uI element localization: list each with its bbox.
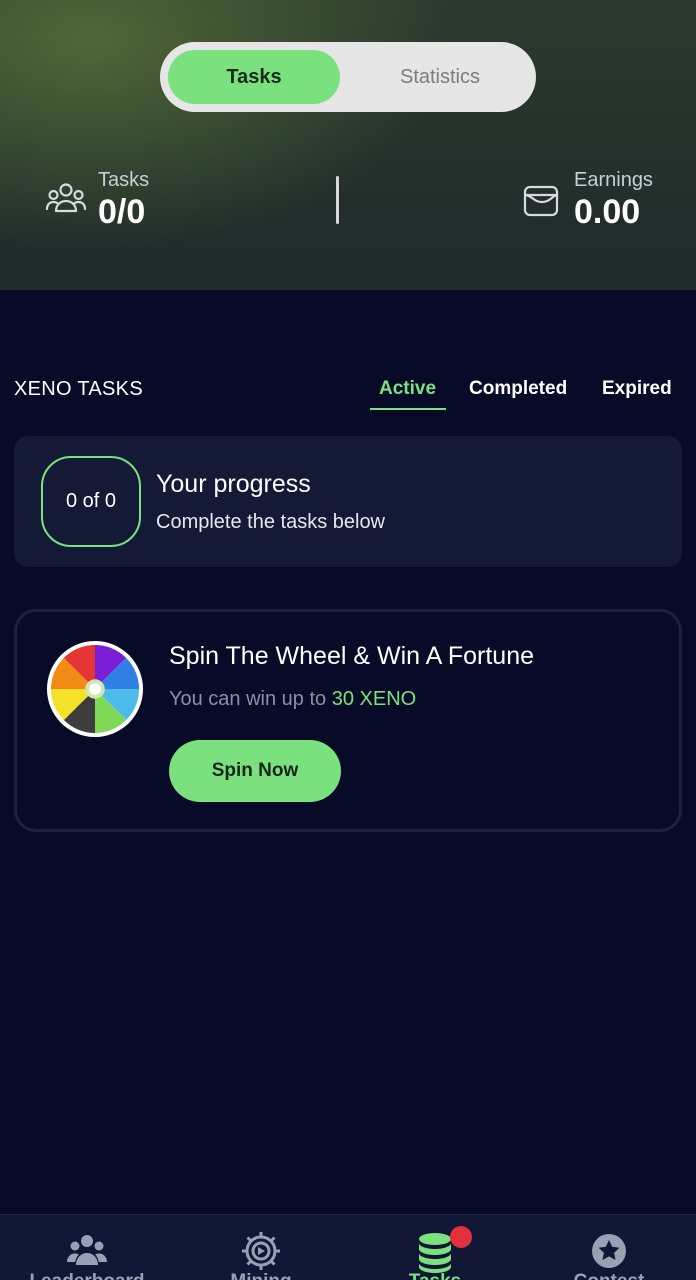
- nav-label-contest: Contest: [522, 1271, 696, 1280]
- spin-now-button[interactable]: Spin Now: [169, 740, 341, 802]
- tasks-stat: Tasks 0/0: [44, 168, 149, 232]
- filter-completed[interactable]: Completed: [469, 378, 567, 400]
- tasks-stat-label: Tasks: [98, 169, 150, 191]
- progress-title: Your progress: [156, 470, 311, 498]
- nav-item-mining[interactable]: Mining: [174, 1215, 348, 1280]
- filter-expired[interactable]: Expired: [602, 378, 672, 400]
- nav-item-leaderboard[interactable]: Leaderboard: [0, 1215, 174, 1280]
- star-badge-icon: [592, 1234, 626, 1268]
- bottom-nav: Leaderboard Mining Tasks Contest: [0, 1214, 696, 1280]
- filter-active[interactable]: Active: [379, 378, 436, 400]
- gear-play-icon: [242, 1232, 280, 1270]
- prize-wheel-icon: [46, 640, 144, 738]
- spin-subtitle-prefix: You can win up to: [169, 688, 332, 710]
- tasks-stat-value: 0/0: [98, 193, 146, 231]
- earnings-stat-label: Earnings: [574, 169, 653, 191]
- spin-card-subtitle: You can win up to 30 XENO: [169, 688, 416, 711]
- earnings-stat-value: 0.00: [574, 193, 641, 231]
- progress-badge: 0 of 0: [41, 456, 141, 547]
- tasks-section-title: XENO TASKS: [14, 378, 143, 400]
- spin-prize-amount: 30 XENO: [331, 688, 417, 710]
- nav-label-leaderboard: Leaderboard: [0, 1271, 174, 1280]
- nav-item-contest[interactable]: Contest: [522, 1215, 696, 1280]
- active-filter-underline: [370, 408, 446, 410]
- header-banner: Tasks Statistics Tasks 0/0 Earnings 0.00: [0, 0, 696, 290]
- view-toggle: Tasks Statistics: [160, 42, 536, 112]
- spin-wheel-card: Spin The Wheel & Win A Fortune You can w…: [14, 609, 682, 832]
- nav-label-tasks: Tasks: [348, 1271, 522, 1280]
- wallet-icon: [523, 185, 559, 217]
- nav-label-mining: Mining: [174, 1271, 348, 1280]
- nav-item-tasks[interactable]: Tasks: [348, 1215, 522, 1280]
- users-group-icon: [45, 183, 87, 213]
- progress-card: 0 of 0 Your progress Complete the tasks …: [14, 436, 682, 567]
- tab-statistics[interactable]: Statistics: [350, 50, 530, 104]
- earnings-stat: Earnings 0.00: [520, 168, 653, 232]
- notification-dot: [450, 1226, 472, 1248]
- tab-tasks[interactable]: Tasks: [168, 50, 340, 104]
- progress-subtitle: Complete the tasks below: [156, 511, 386, 533]
- stat-divider: [336, 176, 339, 224]
- users-icon: [67, 1235, 107, 1265]
- spin-card-title: Spin The Wheel & Win A Fortune: [169, 642, 535, 670]
